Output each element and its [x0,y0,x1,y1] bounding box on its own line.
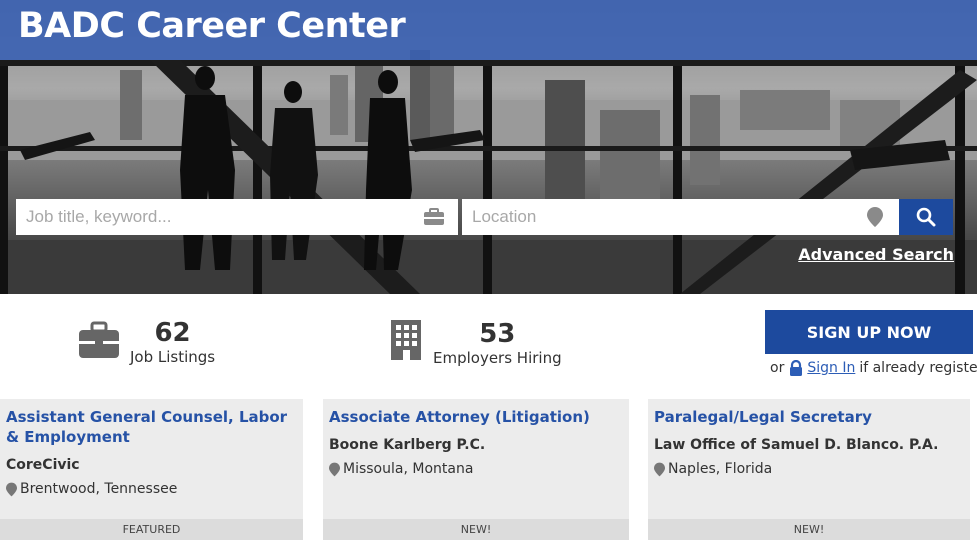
keyword-search-field [16,199,458,235]
advanced-search-link[interactable]: Advanced Search [798,245,954,264]
search-button[interactable] [899,199,953,235]
sign-up-button[interactable]: SIGN UP NOW [765,310,973,354]
building-icon [389,318,423,367]
stat-employers-hiring[interactable]: 53 Employers Hiring [389,318,562,367]
sign-in-prefix: or [770,360,785,376]
map-pin-icon [329,462,340,476]
job-location-text: Missoula, Montana [343,461,474,477]
map-pin-icon [863,205,887,229]
sign-in-link[interactable]: Sign In [807,360,855,376]
search-icon [916,207,936,227]
job-listings-count: 62 [154,318,191,348]
job-listings-label: Job Listings [130,348,216,366]
job-location-text: Brentwood, Tennessee [20,481,178,497]
job-location: Missoula, Montana [329,461,473,477]
keyword-search-input[interactable] [16,199,422,235]
stat-job-listings[interactable]: 62 Job Listings [78,318,215,366]
job-company: CoreCivic [6,457,80,473]
location-search-field [462,199,899,235]
hero-banner: BADC Career Center Advanced Search [0,0,977,294]
job-company: Boone Karlberg P.C. [329,437,486,453]
sign-in-suffix: if already registered [859,360,977,376]
job-card[interactable]: Associate Attorney (Litigation) Boone Ka… [323,399,629,540]
employers-hiring-count: 53 [479,318,516,349]
briefcase-icon [422,205,446,229]
job-title-link[interactable]: Associate Attorney (Litigation) [329,407,621,427]
job-company: Law Office of Samuel D. Blanco. P.A. [654,437,939,453]
job-title-link[interactable]: Paralegal/Legal Secretary [654,407,962,427]
job-tag: NEW! [323,519,629,540]
briefcase-icon [78,321,120,364]
job-card[interactable]: Paralegal/Legal Secretary Law Office of … [648,399,970,540]
job-tag: NEW! [648,519,970,540]
lock-icon [789,360,803,376]
map-pin-icon [654,462,665,476]
job-card[interactable]: Assistant General Counsel, Labor & Emplo… [0,399,303,540]
location-search-input[interactable] [462,199,863,235]
job-location-text: Naples, Florida [668,461,773,477]
job-title-link[interactable]: Assistant General Counsel, Labor & Emplo… [6,407,295,447]
employers-hiring-label: Employers Hiring [433,348,562,367]
site-title[interactable]: BADC Career Center [18,6,406,46]
sign-in-prompt: or Sign In if already registered [770,360,977,376]
job-tag: FEATURED [0,519,303,540]
map-pin-icon [6,482,17,496]
job-location: Naples, Florida [654,461,772,477]
page: BADC Career Center Advanced Search 62 Jo… [0,0,977,554]
job-location: Brentwood, Tennessee [6,481,177,497]
